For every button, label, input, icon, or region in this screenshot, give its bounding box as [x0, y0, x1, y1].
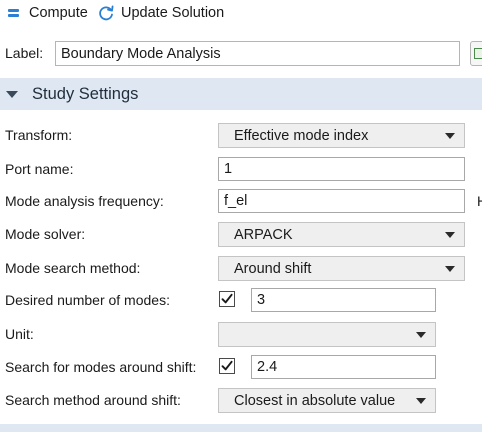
triangle-down-icon	[6, 90, 18, 98]
shift-method-value: Closest in absolute value	[234, 393, 396, 409]
update-solution-button[interactable]: Update Solution	[97, 2, 224, 24]
frequency-row: Mode analysis frequency: H	[0, 188, 482, 214]
toolbar: Compute Update Solution	[0, 0, 482, 26]
search-shift-input[interactable]	[251, 355, 436, 379]
chevron-down-icon	[445, 266, 455, 272]
transform-select[interactable]: Effective mode index	[218, 123, 465, 148]
checkmark-icon	[221, 293, 233, 304]
mode-solver-select[interactable]: ARPACK	[218, 222, 465, 247]
mode-solver-label: Mode solver:	[5, 226, 86, 242]
transform-value: Effective mode index	[234, 128, 369, 144]
label-input[interactable]	[55, 41, 460, 66]
section-title: Study Settings	[32, 84, 139, 103]
frequency-label: Mode analysis frequency:	[5, 193, 164, 209]
chevron-down-icon	[445, 232, 455, 238]
unit-row: Unit:	[0, 321, 482, 347]
checkmark-icon	[221, 360, 233, 371]
label-action-icon[interactable]	[470, 41, 482, 66]
transform-label: Transform:	[5, 127, 73, 143]
update-solution-label: Update Solution	[121, 5, 225, 21]
study-settings-header[interactable]: Study Settings	[0, 78, 482, 110]
chevron-down-icon	[416, 332, 426, 338]
chevron-down-icon	[416, 398, 426, 404]
num-modes-row: Desired number of modes:	[0, 287, 482, 313]
compute-button[interactable]: Compute	[7, 2, 88, 24]
label-caption: Label:	[5, 45, 44, 61]
search-method-select[interactable]: Around shift	[218, 256, 465, 281]
port-name-row: Port name:	[0, 156, 482, 182]
frequency-input[interactable]	[218, 189, 465, 213]
unit-label: Unit:	[5, 326, 34, 342]
port-name-input[interactable]	[218, 157, 465, 181]
next-section-header	[0, 424, 482, 432]
search-method-row: Mode search method: Around shift	[0, 255, 482, 281]
search-method-label: Mode search method:	[5, 260, 141, 276]
compute-label: Compute	[29, 5, 88, 21]
chevron-down-icon	[445, 133, 455, 139]
compute-icon	[7, 6, 21, 20]
num-modes-checkbox[interactable]	[219, 291, 235, 307]
port-name-label: Port name:	[5, 161, 74, 177]
shift-method-select[interactable]: Closest in absolute value	[218, 388, 436, 413]
search-shift-row: Search for modes around shift:	[0, 354, 482, 380]
frequency-unit: H	[477, 193, 482, 209]
mode-solver-value: ARPACK	[234, 227, 293, 243]
transform-row: Transform: Effective mode index	[0, 122, 482, 148]
unit-select[interactable]	[218, 322, 436, 347]
shift-method-row: Search method around shift: Closest in a…	[0, 387, 482, 413]
label-row: Label:	[0, 40, 482, 68]
shift-method-label: Search method around shift:	[5, 392, 181, 408]
search-shift-label: Search for modes around shift:	[5, 359, 197, 375]
search-method-value: Around shift	[234, 261, 312, 277]
num-modes-label: Desired number of modes:	[5, 292, 170, 308]
mode-solver-row: Mode solver: ARPACK	[0, 221, 482, 247]
refresh-icon	[99, 5, 114, 21]
num-modes-input[interactable]	[251, 288, 436, 312]
search-shift-checkbox[interactable]	[219, 358, 235, 374]
